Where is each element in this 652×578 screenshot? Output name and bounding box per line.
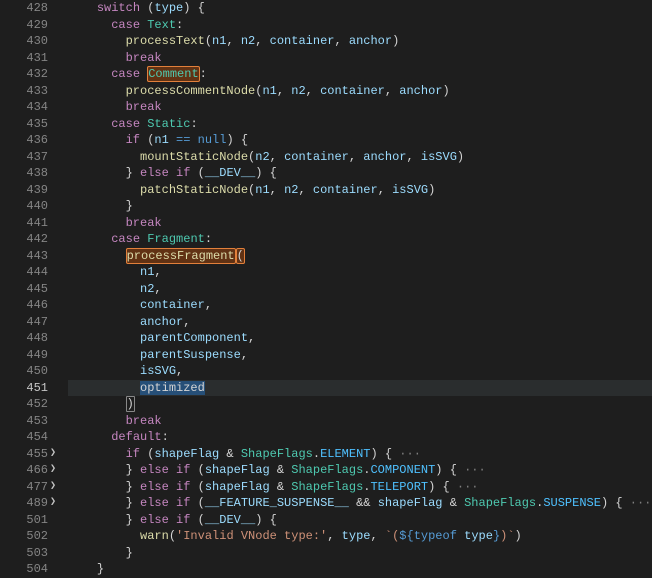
line-number: 447 [0, 314, 54, 331]
line-number: 438 [0, 165, 54, 182]
line-number: 431 [0, 50, 54, 67]
code-line[interactable]: } [68, 198, 652, 215]
line-number: 428 [0, 0, 54, 17]
code-line[interactable]: } [68, 561, 652, 578]
code-line[interactable]: processText(n1, n2, container, anchor) [68, 33, 652, 50]
code-line[interactable]: if (n1 == null) { [68, 132, 652, 149]
line-number: 454 [0, 429, 54, 446]
code-line[interactable]: } [68, 545, 652, 562]
line-number: 445 [0, 281, 54, 298]
code-line[interactable]: } else if (__DEV__) { [68, 165, 652, 182]
line-number: 436 [0, 132, 54, 149]
line-number: 504 [0, 561, 54, 578]
line-number: 429 [0, 17, 54, 34]
line-number: 444 [0, 264, 54, 281]
code-line[interactable]: break [68, 413, 652, 430]
line-number: 443 [0, 248, 54, 265]
line-number: 441 [0, 215, 54, 232]
chevron-right-icon[interactable]: ❯ [48, 498, 58, 508]
code-line[interactable]: parentComponent, [68, 330, 652, 347]
code-line[interactable]: break [68, 215, 652, 232]
code-line[interactable]: ) [68, 396, 652, 413]
code-line[interactable]: default: [68, 429, 652, 446]
code-line[interactable]: if (shapeFlag & ShapeFlags.ELEMENT) { ··… [68, 446, 652, 463]
code-area[interactable]: switch (type) { case Text: processText(n… [54, 0, 652, 578]
code-line[interactable]: n2, [68, 281, 652, 298]
code-line[interactable]: warn('Invalid VNode type:', type, `(${ty… [68, 528, 652, 545]
line-number: 451 [0, 380, 54, 397]
line-number: 433 [0, 83, 54, 100]
line-number: 442 [0, 231, 54, 248]
line-number: 503 [0, 545, 54, 562]
line-number: 449 [0, 347, 54, 364]
code-line[interactable]: processFragment( [68, 248, 652, 265]
line-number: 489❯ [0, 495, 54, 512]
line-number: 446 [0, 297, 54, 314]
chevron-right-icon[interactable]: ❯ [48, 482, 58, 492]
line-number: 439 [0, 182, 54, 199]
line-number: 455❯ [0, 446, 54, 463]
line-number: 432 [0, 66, 54, 83]
code-line[interactable]: case Text: [68, 17, 652, 34]
line-number: 430 [0, 33, 54, 50]
line-number: 502 [0, 528, 54, 545]
chevron-right-icon[interactable]: ❯ [48, 449, 58, 459]
code-line[interactable]: } else if (__DEV__) { [68, 512, 652, 529]
line-number: 450 [0, 363, 54, 380]
line-number: 477❯ [0, 479, 54, 496]
line-number: 501 [0, 512, 54, 529]
code-line[interactable]: parentSuspense, [68, 347, 652, 364]
code-line[interactable]: optimized [68, 380, 652, 397]
code-line[interactable]: } else if (__FEATURE_SUSPENSE__ && shape… [68, 495, 652, 512]
code-line[interactable]: anchor, [68, 314, 652, 331]
code-line[interactable]: break [68, 99, 652, 116]
code-line[interactable]: switch (type) { [68, 0, 652, 17]
code-editor[interactable]: 4284294304314324334344354364374384394404… [0, 0, 652, 578]
code-line[interactable]: case Fragment: [68, 231, 652, 248]
line-number: 437 [0, 149, 54, 166]
line-number-gutter: 4284294304314324334344354364374384394404… [0, 0, 54, 578]
code-line[interactable]: container, [68, 297, 652, 314]
line-number: 448 [0, 330, 54, 347]
line-number: 434 [0, 99, 54, 116]
line-number: 466❯ [0, 462, 54, 479]
code-line[interactable]: mountStaticNode(n2, container, anchor, i… [68, 149, 652, 166]
code-line[interactable]: n1, [68, 264, 652, 281]
code-line[interactable]: } else if (shapeFlag & ShapeFlags.TELEPO… [68, 479, 652, 496]
code-line[interactable]: case Comment: [68, 66, 652, 83]
code-line[interactable]: break [68, 50, 652, 67]
code-line[interactable]: } else if (shapeFlag & ShapeFlags.COMPON… [68, 462, 652, 479]
code-line[interactable]: processCommentNode(n1, n2, container, an… [68, 83, 652, 100]
line-number: 453 [0, 413, 54, 430]
line-number: 440 [0, 198, 54, 215]
line-number: 435 [0, 116, 54, 133]
code-line[interactable]: case Static: [68, 116, 652, 133]
code-line[interactable]: isSVG, [68, 363, 652, 380]
line-number: 452 [0, 396, 54, 413]
code-line[interactable]: patchStaticNode(n1, n2, container, isSVG… [68, 182, 652, 199]
chevron-right-icon[interactable]: ❯ [48, 465, 58, 475]
